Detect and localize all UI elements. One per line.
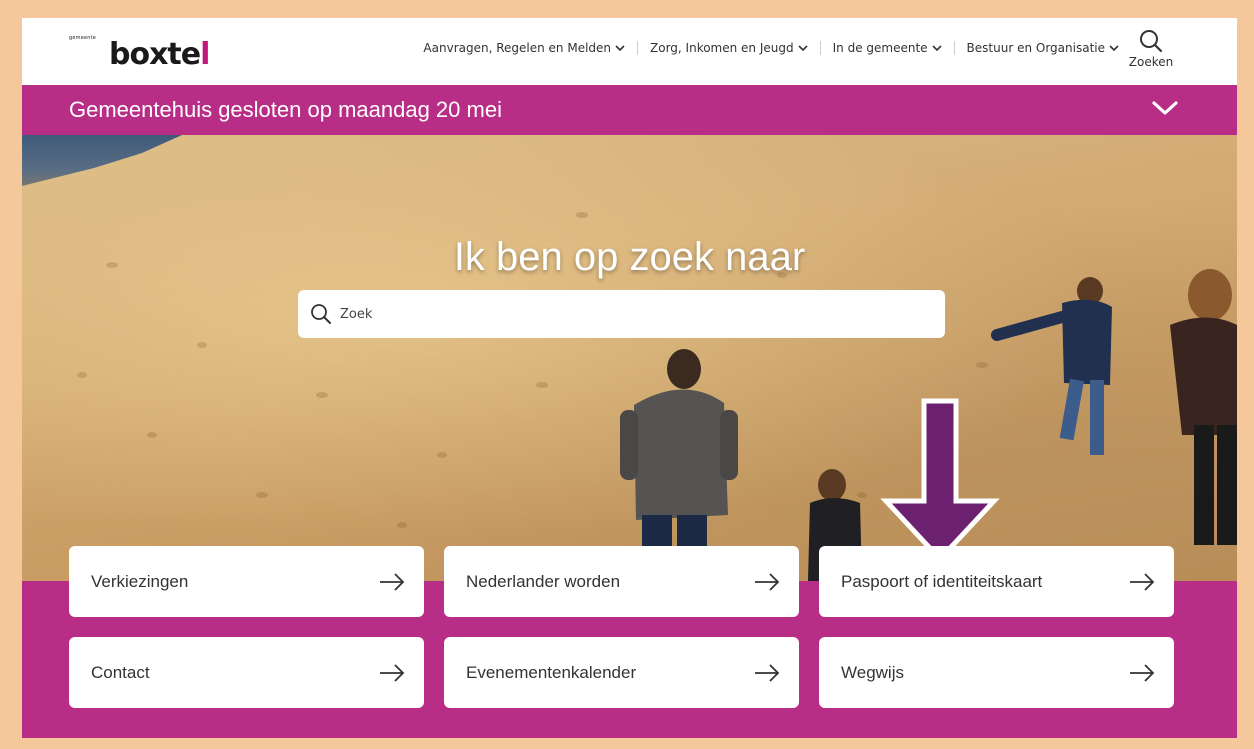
tile-label: Evenementenkalender bbox=[466, 662, 637, 682]
chevron-down-icon bbox=[1109, 45, 1119, 52]
search-label: Zoeken bbox=[1128, 55, 1174, 69]
arrow-right-icon bbox=[1130, 572, 1155, 591]
site-header: gemeente boxtel Aanvragen, Regelen en Me… bbox=[22, 18, 1237, 85]
arrow-right-icon bbox=[755, 663, 780, 682]
search-input[interactable] bbox=[340, 306, 900, 322]
hero-search-box[interactable] bbox=[298, 290, 945, 338]
nav-aanvragen[interactable]: Aanvragen, Regelen en Melden bbox=[423, 41, 625, 55]
chevron-down-icon[interactable] bbox=[1151, 100, 1179, 118]
logo-wordmark: boxtel bbox=[109, 37, 210, 72]
tile-contact[interactable]: Contact bbox=[69, 637, 424, 708]
quick-links: Verkiezingen Nederlander worden Paspoort… bbox=[69, 546, 1174, 708]
hero-image: Ik ben op zoek naar bbox=[22, 135, 1237, 581]
hero-people-illustration bbox=[77, 212, 1237, 581]
nav-label: Aanvragen, Regelen en Melden bbox=[423, 41, 612, 55]
main-nav: Aanvragen, Regelen en Melden Zorg, Inkom… bbox=[423, 41, 1119, 55]
tile-evenementenkalender[interactable]: Evenementenkalender bbox=[444, 637, 799, 708]
tile-label: Contact bbox=[91, 662, 150, 682]
notice-banner[interactable]: Gemeentehuis gesloten op maandag 20 mei bbox=[22, 85, 1237, 135]
nav-label: Zorg, Inkomen en Jeugd bbox=[650, 41, 794, 55]
nav-zorg[interactable]: Zorg, Inkomen en Jeugd bbox=[650, 41, 808, 55]
nav-divider bbox=[637, 41, 639, 55]
tile-verkiezingen[interactable]: Verkiezingen bbox=[69, 546, 424, 617]
arrow-right-icon bbox=[755, 572, 780, 591]
hero-title: Ik ben op zoek naar bbox=[453, 235, 806, 279]
boxtel-logo[interactable]: gemeente boxtel bbox=[69, 31, 219, 75]
nav-label: Bestuur en Organisatie bbox=[966, 41, 1105, 55]
logo-tagline: gemeente bbox=[69, 35, 97, 41]
page-frame: gemeente boxtel Aanvragen, Regelen en Me… bbox=[22, 18, 1237, 738]
tile-label: Wegwijs bbox=[841, 662, 904, 682]
chevron-down-icon bbox=[798, 45, 808, 52]
arrow-down-annotation-icon bbox=[880, 398, 1000, 563]
search-icon bbox=[311, 304, 331, 324]
chevron-down-icon bbox=[931, 45, 942, 52]
nav-divider bbox=[953, 41, 955, 55]
arrow-right-icon bbox=[1130, 663, 1155, 682]
banner-text: Gemeentehuis gesloten op maandag 20 mei bbox=[69, 97, 502, 122]
nav-bestuur[interactable]: Bestuur en Organisatie bbox=[967, 41, 1119, 55]
tile-paspoort[interactable]: Paspoort of identiteitskaart bbox=[819, 546, 1174, 617]
nav-divider bbox=[819, 41, 821, 55]
tile-label: Verkiezingen bbox=[91, 571, 189, 591]
search-icon bbox=[1140, 30, 1163, 53]
arrow-right-icon bbox=[380, 572, 405, 591]
header-search-button[interactable]: Zoeken bbox=[1125, 28, 1177, 78]
nav-label: In de gemeente bbox=[832, 41, 928, 55]
arrow-right-icon bbox=[380, 663, 405, 682]
chevron-down-icon bbox=[615, 45, 625, 52]
tile-label: Nederlander worden bbox=[466, 571, 621, 591]
tile-nederlander-worden[interactable]: Nederlander worden bbox=[444, 546, 799, 617]
tile-wegwijs[interactable]: Wegwijs bbox=[819, 637, 1174, 708]
nav-gemeente[interactable]: In de gemeente bbox=[833, 41, 942, 55]
tile-label: Paspoort of identiteitskaart bbox=[841, 571, 1043, 591]
